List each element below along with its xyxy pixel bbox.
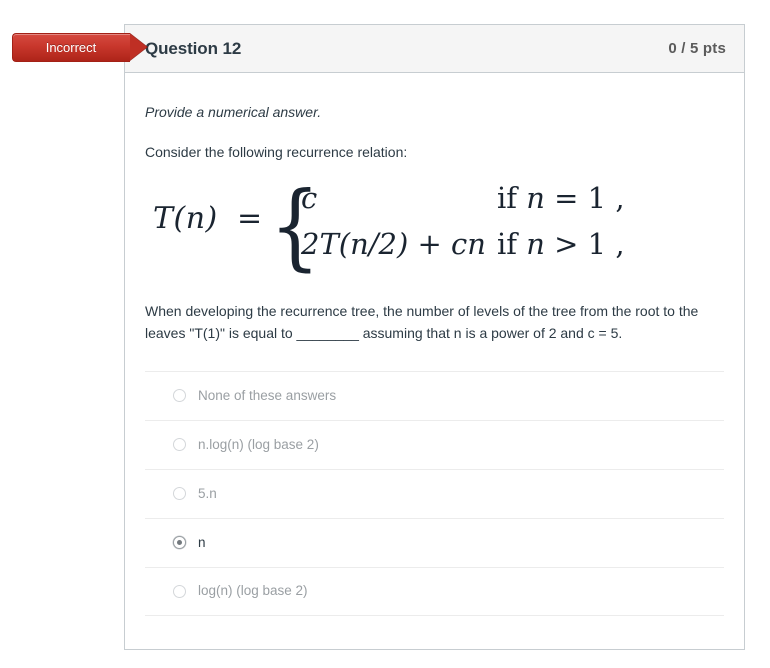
answer-option-label-2: 5.n bbox=[198, 485, 217, 501]
status-badge-label: Incorrect bbox=[45, 40, 97, 55]
radio-button-icon-4[interactable] bbox=[173, 584, 186, 598]
answer-option-2[interactable]: 5.n bbox=[145, 468, 724, 518]
question-intro: Consider the following recurrence relati… bbox=[145, 144, 408, 161]
status-badge-arrow-icon bbox=[129, 33, 147, 61]
formula-case-1-variable: n bbox=[526, 181, 545, 216]
answer-option-4[interactable]: log(n) (log base 2) bbox=[145, 566, 724, 616]
formula-equals-sign: = bbox=[237, 201, 263, 237]
answer-option-label-0: None of these answers bbox=[198, 387, 337, 403]
question-instruction: Provide a numerical answer. bbox=[145, 104, 322, 120]
answer-option-label-1: n.log(n) (log base 2) bbox=[198, 436, 319, 452]
answer-option-1[interactable]: n.log(n) (log base 2) bbox=[145, 419, 724, 469]
radio-button-icon-0[interactable] bbox=[173, 389, 186, 403]
formula-case-1-expression-text: c bbox=[301, 181, 318, 216]
formula-case-2-expression: 2T(n/2) + cn bbox=[301, 227, 486, 261]
formula-case-2-condition: if n > 1 , bbox=[497, 227, 625, 261]
question-card: Question 12 0 / 5 pts Provide a numerica… bbox=[124, 24, 745, 650]
radio-button-icon-1[interactable] bbox=[173, 438, 186, 452]
formula-left-hand-side: T(n) bbox=[153, 201, 218, 237]
answer-options-list: None of these answers n.log(n) (log base… bbox=[145, 370, 724, 616]
radio-button-icon-2[interactable] bbox=[173, 487, 186, 501]
formula-case-2-if: if bbox=[497, 227, 518, 262]
formula-case-1-if: if bbox=[497, 181, 518, 216]
formula-case-2-comparison: > 1 , bbox=[554, 227, 625, 262]
question-title: Question 12 bbox=[145, 38, 242, 58]
formula-case-1-condition: if n = 1 , bbox=[497, 181, 625, 215]
quiz-question-page: Question 12 0 / 5 pts Provide a numerica… bbox=[0, 0, 770, 668]
formula-case-1-expression: c bbox=[301, 181, 317, 215]
radio-button-icon-3-selected[interactable] bbox=[173, 536, 186, 550]
formula-case-2-expression-text: 2T(n/2) + cn bbox=[301, 227, 486, 262]
question-header: Question 12 0 / 5 pts bbox=[125, 25, 744, 73]
recurrence-formula: T(n) = { c if n = 1 , 2T(n/2) + cn if n bbox=[145, 175, 724, 283]
answer-option-label-3: n bbox=[198, 534, 206, 550]
formula-case-1-comparison: = 1 , bbox=[554, 181, 625, 216]
answer-option-label-4: log(n) (log base 2) bbox=[198, 583, 308, 599]
formula-case-2-variable: n bbox=[526, 227, 545, 262]
question-statement: When developing the recurrence tree, the… bbox=[145, 303, 699, 342]
status-badge: Incorrect bbox=[12, 33, 147, 62]
question-body: Provide a numerical answer. Consider the… bbox=[125, 73, 744, 616]
answer-option-0[interactable]: None of these answers bbox=[145, 370, 724, 420]
answer-option-3[interactable]: n bbox=[145, 517, 724, 567]
question-points: 0 / 5 pts bbox=[668, 40, 726, 57]
